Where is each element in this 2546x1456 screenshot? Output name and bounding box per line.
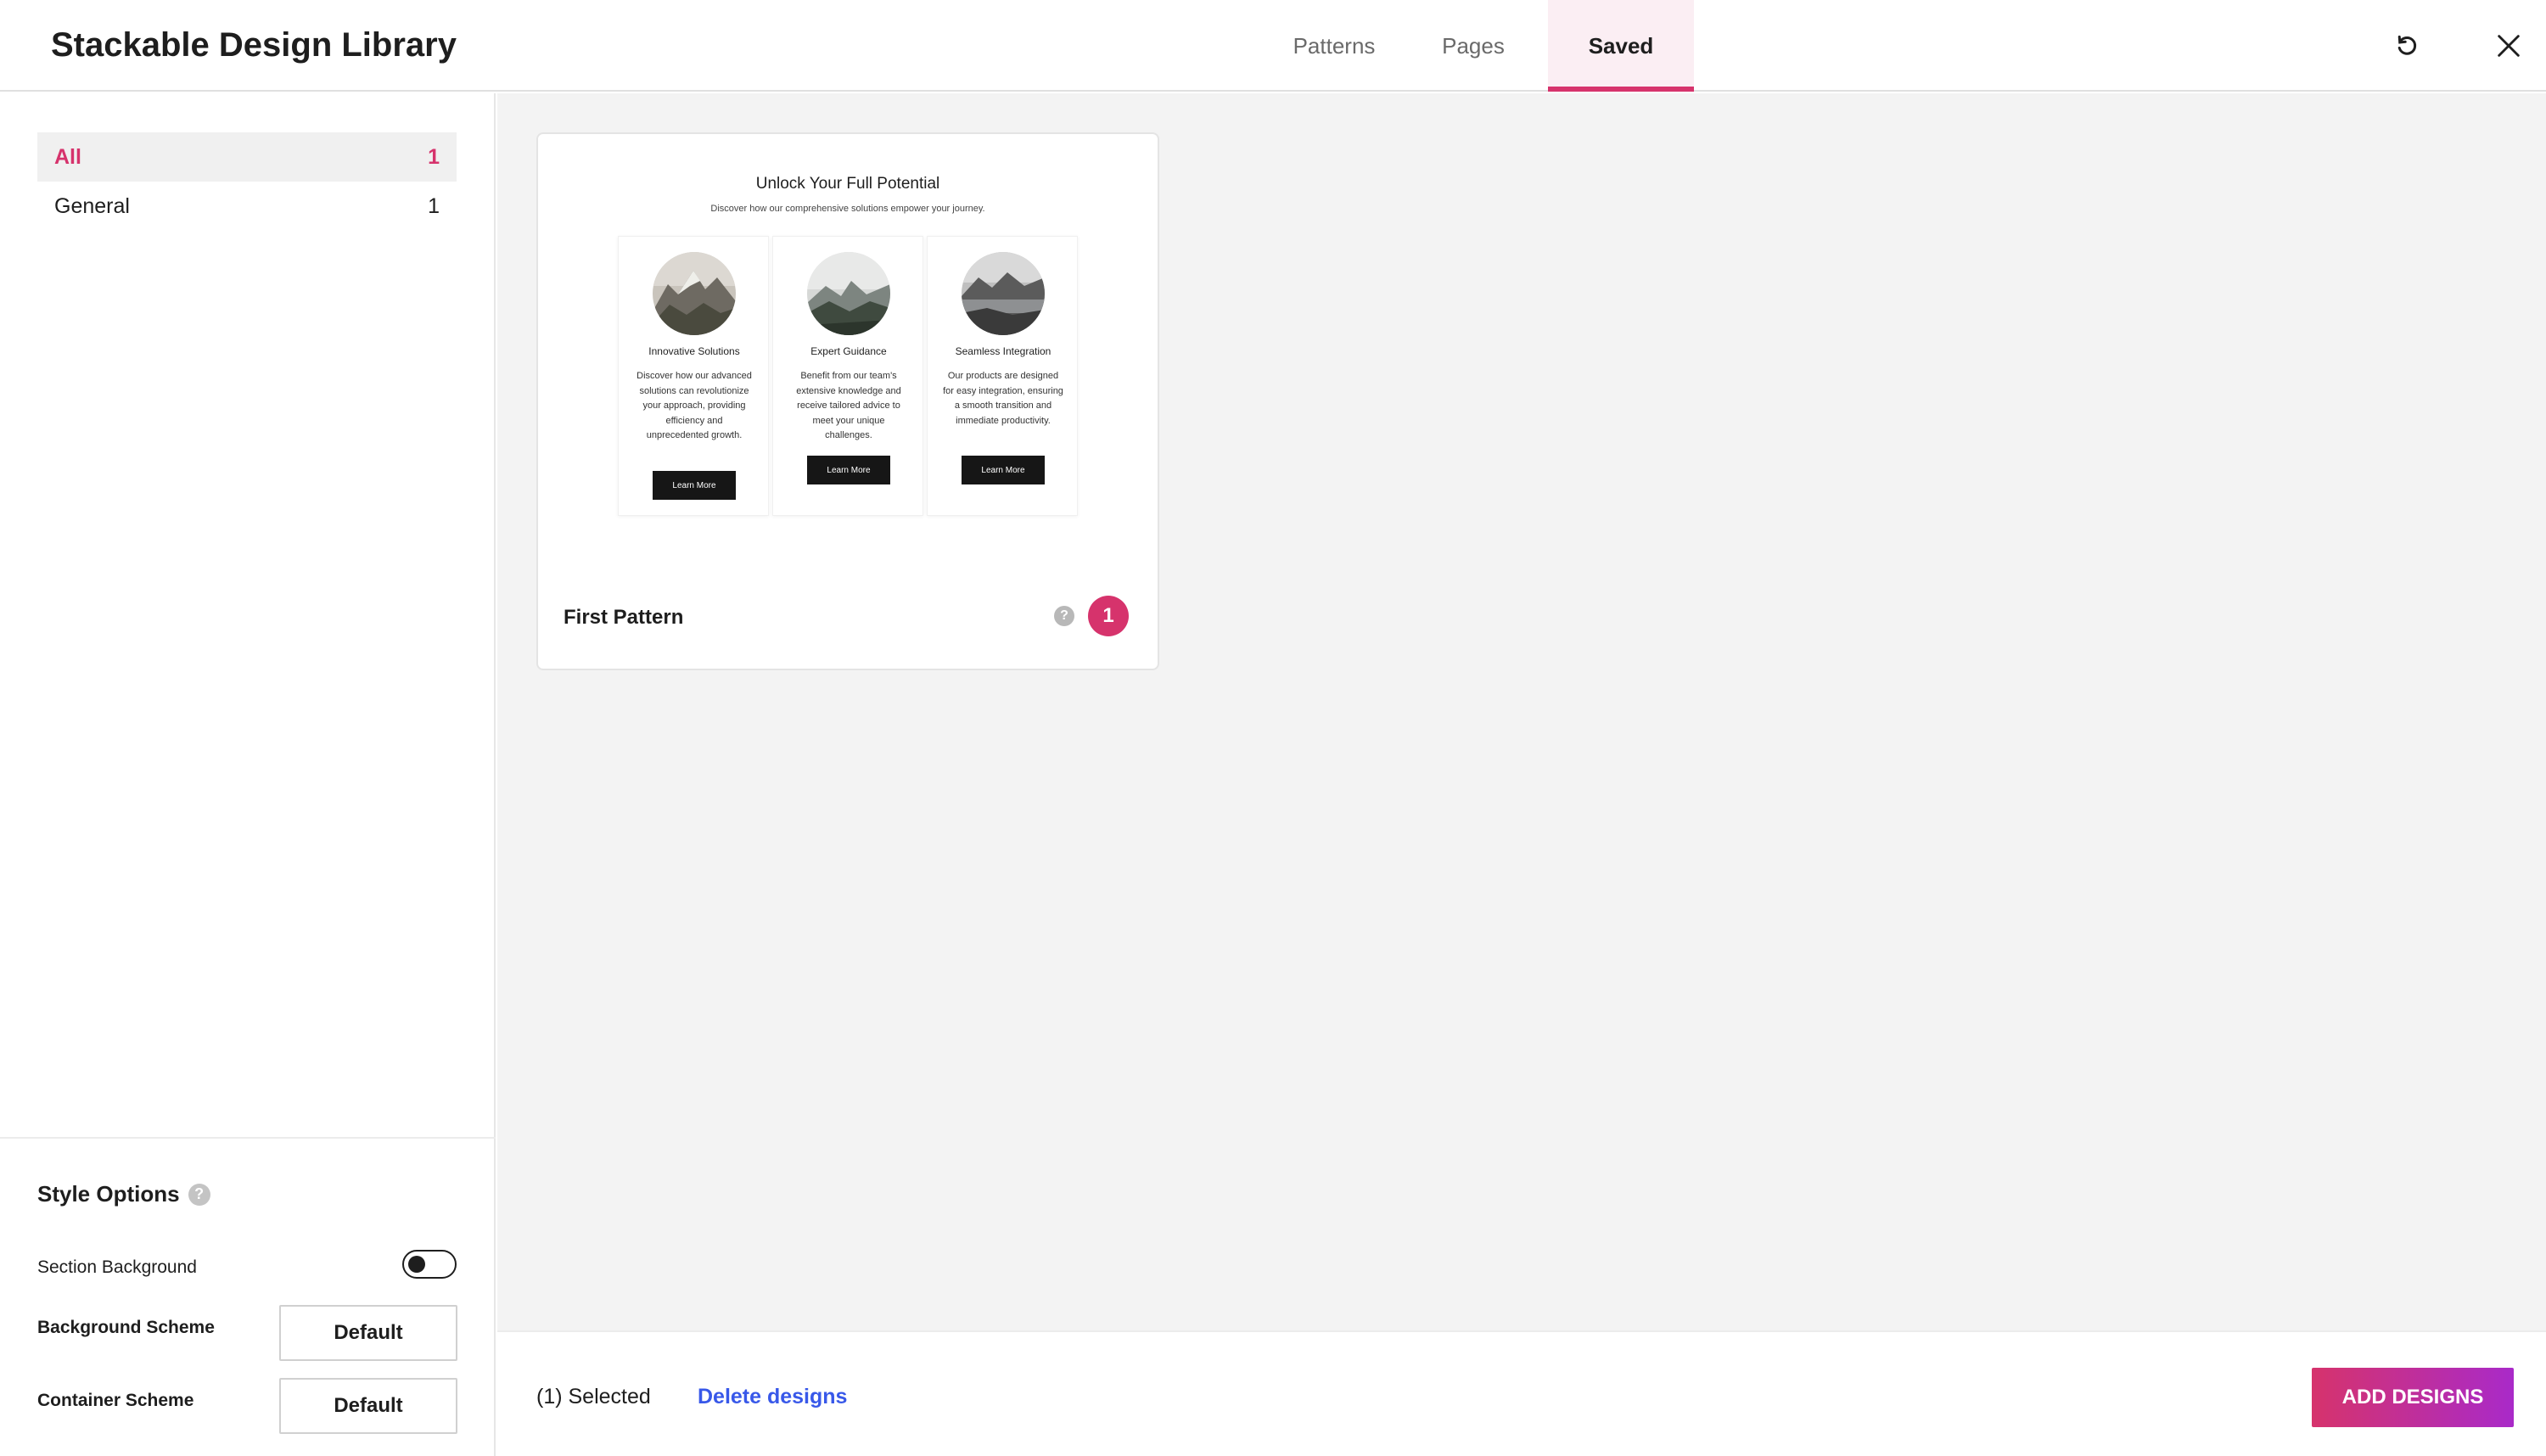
section-background-toggle[interactable] — [402, 1250, 457, 1279]
preview-column-heading: Seamless Integration — [955, 345, 1051, 357]
category-label: General — [54, 193, 130, 218]
container-scheme-label: Container Scheme — [37, 1391, 194, 1410]
close-button[interactable] — [2487, 24, 2531, 68]
preview-image — [807, 252, 890, 335]
design-card-title: First Pattern — [564, 606, 684, 629]
tab-patterns[interactable]: Patterns — [1270, 0, 1399, 92]
help-icon[interactable]: ? — [1054, 606, 1074, 626]
selection-count-badge[interactable]: 1 — [1088, 596, 1129, 636]
selected-count: (1) Selected — [536, 1385, 651, 1408]
category-sidebar: All 1 General 1 Style Options ? Section … — [0, 93, 496, 1456]
refresh-button[interactable] — [2385, 24, 2429, 68]
add-designs-button[interactable]: ADD DESIGNS — [2312, 1368, 2514, 1427]
design-preview: Unlock Your Full Potential Discover how … — [538, 134, 1158, 584]
preview-image — [962, 252, 1045, 335]
tab-pages[interactable]: Pages — [1399, 0, 1548, 92]
section-background-label: Section Background — [37, 1257, 197, 1277]
tab-saved[interactable]: Saved — [1548, 0, 1694, 92]
preview-column: Innovative Solutions Discover how our ad… — [618, 236, 769, 516]
style-options-heading: Style Options — [37, 1181, 180, 1207]
container-scheme-select[interactable]: Default — [279, 1378, 457, 1434]
preview-column: Expert Guidance Benefit from our team's … — [772, 236, 923, 516]
background-scheme-label: Background Scheme — [37, 1318, 215, 1337]
style-options-title: Style Options ? — [37, 1181, 210, 1207]
preview-learn-more-button: Learn More — [807, 456, 890, 484]
preview-image — [653, 252, 736, 335]
preview-column-text: Benefit from our team's extensive knowle… — [796, 371, 901, 440]
preview-column-text: Our products are designed for easy integ… — [943, 371, 1063, 426]
help-icon[interactable]: ? — [188, 1183, 210, 1206]
toggle-knob — [408, 1256, 425, 1273]
library-header: Stackable Design Library Patterns Pages … — [0, 0, 2546, 92]
preview-column-heading: Expert Guidance — [810, 345, 887, 357]
preview-learn-more-button: Learn More — [962, 456, 1045, 484]
app-title: Stackable Design Library — [51, 26, 457, 64]
refresh-icon — [2397, 35, 2417, 55]
preview-subtitle: Discover how our comprehensive solutions… — [710, 204, 985, 214]
preview-learn-more-button: Learn More — [653, 471, 736, 500]
tab-bar: Patterns Pages Saved — [1270, 0, 1694, 92]
close-icon — [2498, 35, 2520, 57]
category-label: All — [54, 144, 81, 169]
preview-column-heading: Innovative Solutions — [648, 345, 740, 357]
preview-column: Seamless Integration Our products are de… — [927, 236, 1078, 516]
category-item-general[interactable]: General 1 — [37, 182, 457, 231]
category-count: 1 — [428, 193, 440, 218]
design-card[interactable]: Unlock Your Full Potential Discover how … — [536, 132, 1159, 670]
category-count: 1 — [428, 144, 440, 169]
designs-grid: Unlock Your Full Potential Discover how … — [497, 93, 2546, 1330]
background-scheme-select[interactable]: Default — [279, 1305, 457, 1361]
category-list: All 1 General 1 — [37, 132, 457, 231]
preview-title: Unlock Your Full Potential — [755, 175, 940, 193]
delete-designs-link[interactable]: Delete designs — [698, 1385, 847, 1409]
category-item-all[interactable]: All 1 — [37, 132, 457, 182]
style-options-panel: Style Options ? Section Background Backg… — [0, 1137, 496, 1456]
preview-column-text: Discover how our advanced solutions can … — [636, 371, 752, 440]
action-footer: (1) Selected Delete designs ADD DESIGNS — [497, 1330, 2546, 1456]
